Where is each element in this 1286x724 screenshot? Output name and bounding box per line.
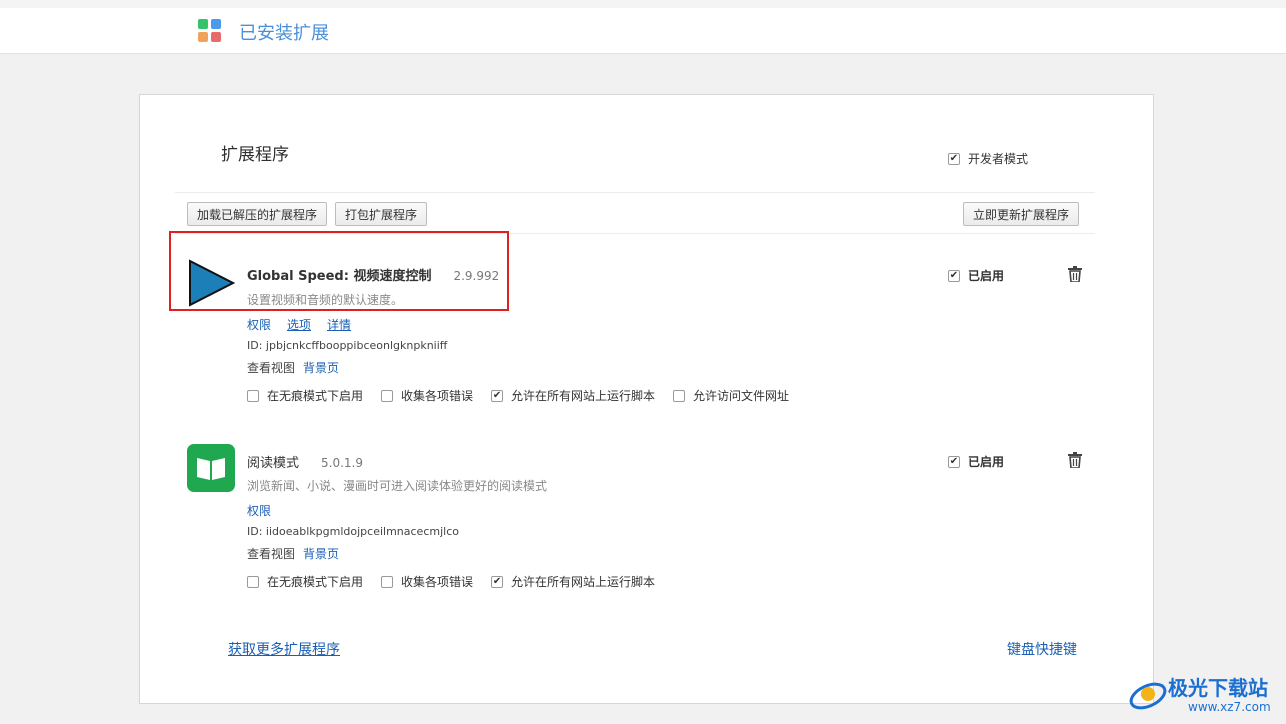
all-sites-option[interactable]: 允许在所有网站上运行脚本 (491, 387, 655, 404)
trash-icon[interactable] (1068, 266, 1082, 282)
extension-links: 权限 选项 详情 (247, 316, 351, 333)
incognito-option[interactable]: 在无痕模式下启用 (247, 573, 363, 590)
watermark-logo-icon (1129, 682, 1167, 710)
extension-options: 在无痕模式下启用 收集各项错误 允许在所有网站上运行脚本 (247, 573, 673, 590)
watermark-url: www.xz7.com (1188, 700, 1271, 714)
enabled-checkbox[interactable] (948, 269, 960, 282)
collect-errors-checkbox[interactable] (381, 575, 394, 588)
option-label: 在无痕模式下启用 (267, 389, 364, 403)
extension-version: 5.0.1.9 (321, 456, 363, 470)
trash-icon[interactable] (1068, 452, 1082, 468)
update-now-button[interactable]: 立即更新扩展程序 (963, 202, 1080, 226)
watermark: 极光下载站 www.xz7.com (1128, 670, 1278, 718)
enabled-checkbox[interactable] (948, 455, 960, 468)
permissions-link[interactable]: 权限 (247, 502, 271, 519)
all-sites-checkbox[interactable] (491, 389, 504, 402)
section-heading: 扩展程序 (221, 145, 289, 165)
pack-extension-button[interactable]: 打包扩展程序 (335, 202, 428, 226)
all-sites-option[interactable]: 允许在所有网站上运行脚本 (491, 573, 655, 590)
developer-mode-label: 开发者模式 (968, 152, 1029, 166)
enabled-toggle[interactable]: 已启用 (948, 453, 1004, 470)
extension-links: 权限 (247, 502, 271, 519)
incognito-option[interactable]: 在无痕模式下启用 (247, 387, 363, 404)
extension-description: 浏览新闻、小说、漫画时可进入阅读体验更好的阅读模式 (247, 479, 548, 493)
extensions-panel: 扩展程序 开发者模式 加载已解压的扩展程序 打包扩展程序 立即更新扩展程序 Gl… (139, 94, 1154, 704)
page-title: 已安装扩展 (239, 23, 329, 44)
views-label: 查看视图 (247, 361, 296, 375)
extension-title-row: 阅读模式 5.0.1.9 (247, 452, 363, 471)
incognito-checkbox[interactable] (247, 389, 259, 402)
file-urls-option[interactable]: 允许访问文件网址 (673, 387, 789, 404)
highlight-box (169, 231, 509, 311)
developer-mode-toggle[interactable]: 开发者模式 (948, 150, 1028, 167)
enabled-label: 已启用 (968, 269, 1005, 283)
get-more-extensions-link[interactable]: 获取更多扩展程序 (228, 639, 340, 659)
option-label: 允许在所有网站上运行脚本 (511, 389, 656, 403)
option-label: 允许在所有网站上运行脚本 (511, 575, 656, 589)
extension-views: 查看视图 背景页 (247, 359, 339, 376)
enabled-toggle[interactable]: 已启用 (948, 267, 1004, 284)
option-label: 允许访问文件网址 (693, 389, 790, 403)
background-page-link[interactable]: 背景页 (303, 545, 339, 562)
extensions-logo-icon (198, 19, 222, 43)
collect-errors-option[interactable]: 收集各项错误 (381, 387, 473, 404)
permissions-link[interactable]: 权限 (247, 316, 271, 333)
all-sites-checkbox[interactable] (491, 575, 504, 588)
option-label: 收集各项错误 (401, 575, 474, 589)
enabled-label: 已启用 (968, 455, 1005, 469)
extension-views: 查看视图 背景页 (247, 545, 339, 562)
developer-mode-checkbox[interactable] (948, 152, 960, 165)
extension-options: 在无痕模式下启用 收集各项错误 允许在所有网站上运行脚本 允许访问文件网址 (247, 387, 807, 404)
options-link[interactable]: 选项 (287, 316, 311, 333)
extension-id: ID: iidoeablkpgmldojpceilmnacecmjlco (247, 525, 459, 538)
file-urls-checkbox[interactable] (673, 389, 686, 402)
option-label: 收集各项错误 (401, 389, 474, 403)
extension-name: 阅读模式 (247, 456, 300, 471)
top-bar: 已安装扩展 (0, 0, 1286, 54)
divider (175, 192, 1095, 193)
incognito-checkbox[interactable] (247, 575, 259, 588)
option-label: 在无痕模式下启用 (267, 575, 364, 589)
extension-id: ID: jpbjcnkcffbooppibceonlgknpkniiff (247, 339, 448, 352)
views-label: 查看视图 (247, 547, 296, 561)
details-link[interactable]: 详情 (327, 316, 351, 333)
background-page-link[interactable]: 背景页 (303, 359, 339, 376)
collect-errors-option[interactable]: 收集各项错误 (381, 573, 473, 590)
keyboard-shortcuts-link[interactable]: 键盘快捷键 (1007, 639, 1077, 659)
load-unpacked-button[interactable]: 加载已解压的扩展程序 (187, 202, 328, 226)
book-icon (187, 444, 235, 492)
watermark-title: 极光下载站 (1168, 676, 1268, 700)
collect-errors-checkbox[interactable] (381, 389, 394, 402)
